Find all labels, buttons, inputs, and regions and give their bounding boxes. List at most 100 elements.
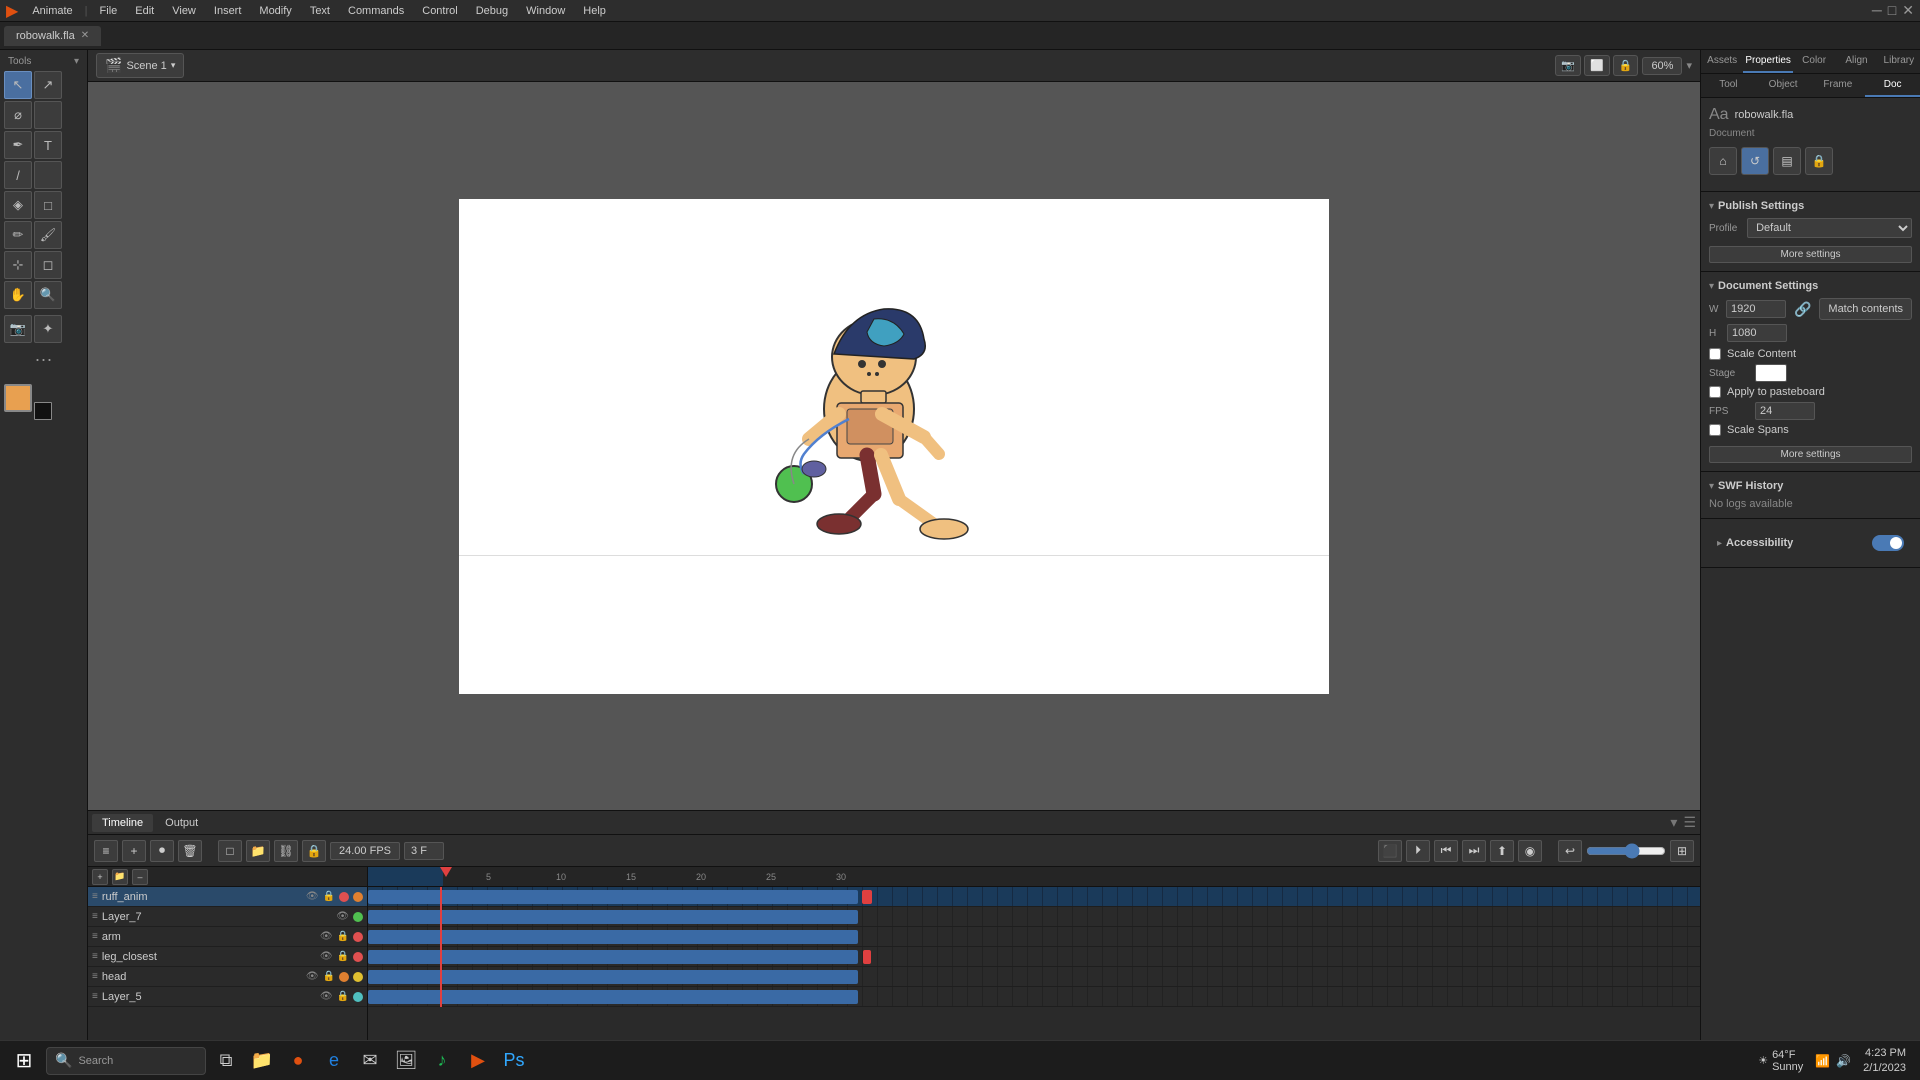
tool-subselect[interactable]: ↗: [34, 71, 62, 99]
match-contents-btn[interactable]: Match contents: [1819, 298, 1912, 320]
doc-tab-frame[interactable]: Frame: [1811, 74, 1866, 97]
frame-row-4[interactable]: [368, 967, 1700, 987]
frame-row-1[interactable]: [368, 907, 1700, 927]
tl-onion[interactable]: ◉: [1518, 840, 1542, 862]
taskbar-photoshop[interactable]: Ps: [498, 1045, 530, 1077]
layer-lock-5[interactable]: 🔒: [337, 991, 349, 1002]
doc-tab-doc[interactable]: Doc: [1865, 74, 1920, 97]
tool-zoom[interactable]: 🔍: [34, 281, 62, 309]
width-input[interactable]: [1726, 300, 1786, 318]
menu-file[interactable]: File: [92, 3, 126, 19]
tl-zoom-slider[interactable]: [1586, 843, 1666, 859]
scale-spans-checkbox[interactable]: [1709, 424, 1721, 436]
tool-line[interactable]: /: [4, 161, 32, 189]
taskbar-spotify[interactable]: ♪: [426, 1045, 458, 1077]
layer-lock-3[interactable]: 🔒: [337, 951, 349, 962]
document-settings-header[interactable]: ▾ Document Settings: [1709, 280, 1912, 292]
menu-insert[interactable]: Insert: [206, 3, 250, 19]
taskbar-clock[interactable]: 4:23 PM 2/1/2023: [1863, 1046, 1914, 1075]
layer-row-leg-closest[interactable]: ≡ leg_closest 👁 🔒: [88, 947, 367, 967]
layer-eye-2[interactable]: 👁: [320, 931, 333, 942]
layer-row-arm[interactable]: ≡ arm 👁 🔒: [88, 927, 367, 947]
tl-folder[interactable]: 📁: [246, 840, 270, 862]
file-tab-close[interactable]: ✕: [81, 30, 89, 41]
tl-prev[interactable]: ⏮: [1434, 840, 1458, 862]
doc-more-settings-btn[interactable]: More settings: [1709, 446, 1912, 463]
timeline-menu[interactable]: ☰: [1683, 814, 1696, 831]
scale-content-checkbox[interactable]: [1709, 348, 1721, 360]
stage[interactable]: [459, 199, 1329, 694]
tool-brush[interactable]: 🖌: [34, 221, 62, 249]
tool-hand[interactable]: ✋: [4, 281, 32, 309]
menu-debug[interactable]: Debug: [468, 3, 516, 19]
tl-new-layer[interactable]: □: [218, 840, 242, 862]
tl-stop[interactable]: ⬛: [1378, 840, 1402, 862]
panel-tab-color[interactable]: Color: [1793, 50, 1835, 73]
taskbar-explorer[interactable]: 📁: [246, 1045, 278, 1077]
tray-network[interactable]: 📶: [1815, 1054, 1830, 1068]
layer-eye-3[interactable]: 👁: [320, 951, 333, 962]
frame-row-0[interactable]: [368, 887, 1700, 907]
stage-color-picker[interactable]: [1755, 364, 1787, 382]
taskbar-photos[interactable]: 🖼: [390, 1045, 422, 1077]
stroke-color[interactable]: [34, 402, 52, 420]
doc-icon-lock[interactable]: 🔒: [1805, 147, 1833, 175]
doc-tab-tool[interactable]: Tool: [1701, 74, 1756, 97]
tl-lock[interactable]: 🔒: [302, 840, 326, 862]
tab-timeline[interactable]: Timeline: [92, 814, 153, 832]
taskbar-browser[interactable]: ●: [282, 1045, 314, 1077]
layer-row-layer7[interactable]: ≡ Layer_7 👁: [88, 907, 367, 927]
publish-more-settings-btn[interactable]: More settings: [1709, 246, 1912, 263]
more-tools[interactable]: ···: [4, 345, 83, 374]
doc-tab-object[interactable]: Object: [1756, 74, 1811, 97]
add-layer-btn[interactable]: +: [92, 869, 108, 885]
tool-eraser[interactable]: ◻: [34, 251, 62, 279]
menu-commands[interactable]: Commands: [340, 3, 412, 19]
panel-tab-library[interactable]: Library: [1878, 50, 1920, 73]
menu-control[interactable]: Control: [414, 3, 465, 19]
tl-export[interactable]: ⬆: [1490, 840, 1514, 862]
menu-edit[interactable]: Edit: [127, 3, 162, 19]
panel-tab-align[interactable]: Align: [1835, 50, 1877, 73]
taskbar-animate[interactable]: ▶: [462, 1045, 494, 1077]
clip-btn[interactable]: ⬜: [1584, 55, 1610, 76]
layer-lock-0[interactable]: 🔒: [323, 891, 335, 902]
doc-icon-layout[interactable]: ▤: [1773, 147, 1801, 175]
layer-lock-2[interactable]: 🔒: [337, 931, 349, 942]
layer-eye-5[interactable]: 👁: [320, 991, 333, 1002]
taskbar-mail[interactable]: ✉: [354, 1045, 386, 1077]
panel-tab-assets[interactable]: Assets: [1701, 50, 1743, 73]
tl-expand[interactable]: ⊞: [1670, 840, 1694, 862]
tool-text[interactable]: T: [34, 131, 62, 159]
taskbar-task-view[interactable]: ⧉: [210, 1045, 242, 1077]
frame-row-5[interactable]: [368, 987, 1700, 1007]
tl-add-layer[interactable]: +: [122, 840, 146, 862]
tl-delete-layer[interactable]: 🗑: [178, 840, 202, 862]
layer-eye-4[interactable]: 👁: [306, 971, 319, 982]
tool-magic[interactable]: ✦: [34, 315, 62, 343]
menu-animate[interactable]: Animate: [24, 3, 80, 19]
tl-next[interactable]: ⏭: [1462, 840, 1486, 862]
tl-record[interactable]: ⏺: [150, 840, 174, 862]
layer-eye-0[interactable]: 👁: [306, 891, 319, 902]
tool-paint-bucket[interactable]: ◈: [4, 191, 32, 219]
file-tab-robowalk[interactable]: robowalk.fla ✕: [4, 26, 101, 46]
edit-scene-btn[interactable]: 🎬 Scene 1 ▾: [96, 53, 184, 78]
window-maximize[interactable]: □: [1888, 2, 1896, 19]
fps-input[interactable]: [1755, 402, 1815, 420]
height-input[interactable]: [1727, 324, 1787, 342]
layer-row-ruff-anim[interactable]: ≡ ruff_anim 👁 🔒: [88, 887, 367, 907]
menu-text[interactable]: Text: [302, 3, 338, 19]
swf-history-header[interactable]: ▾ SWF History: [1709, 480, 1912, 492]
taskbar-edge[interactable]: e: [318, 1045, 350, 1077]
accessibility-header[interactable]: ▸ Accessibility: [1717, 537, 1793, 549]
publish-settings-header[interactable]: ▾ Publish Settings: [1709, 200, 1912, 212]
taskbar-search[interactable]: 🔍 Search: [46, 1047, 206, 1075]
menu-modify[interactable]: Modify: [251, 3, 299, 19]
window-minimize[interactable]: ─: [1872, 2, 1882, 19]
frame-number[interactable]: 3 F: [404, 842, 444, 860]
tool-rect[interactable]: □: [34, 191, 62, 219]
doc-icon-reset[interactable]: ↺: [1741, 147, 1769, 175]
tool-pen[interactable]: ✒: [4, 131, 32, 159]
tl-play[interactable]: ⏵: [1406, 840, 1430, 862]
